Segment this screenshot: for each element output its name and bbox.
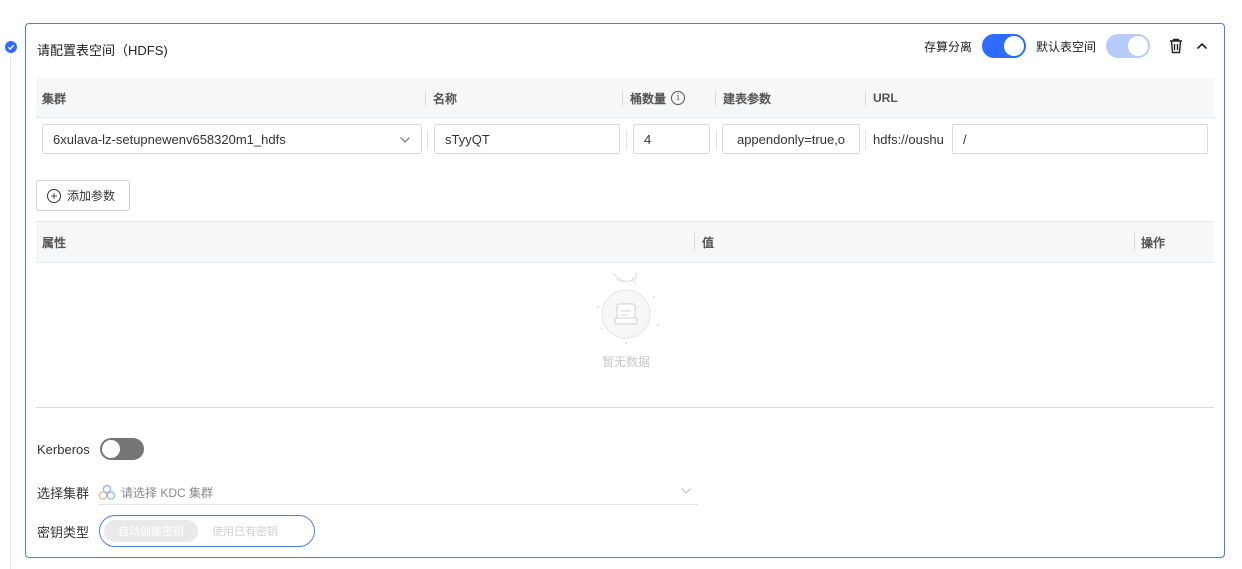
select-cluster-row: 选择集群 [37,480,89,504]
table-params-input[interactable]: appendonly=true,o [722,124,860,154]
col-url: URL [873,91,898,105]
select-cluster-label: 选择集群 [37,485,90,501]
key-type-row: 密钥类型 自动创建密钥 使用已有密钥 [37,515,316,547]
kdc-cluster-select[interactable]: 请选择 KDC 集群 [98,480,698,505]
empty-text: 暂无数据 [601,355,650,369]
chevron-down-icon [400,137,410,143]
add-param-button[interactable]: + 添加参数 [36,180,130,211]
kerberos-label: Kerberos [37,441,90,457]
empty-box-icon [597,272,659,344]
default-tablespace-label: 默认表空间 [1035,39,1096,54]
url-path-input[interactable]: / [952,124,1208,154]
trash-icon[interactable] [1166,36,1186,56]
header-actions: 存算分离 默认表空间 [924,34,1212,58]
col-bucket-count-label: 桶数量 [630,91,667,106]
url-prefix: hdfs://oushu [873,131,944,147]
key-type-auto[interactable]: 自动创建密钥 [104,520,199,542]
empty-state: 暂无数据 [586,267,666,377]
col-value: 值 [702,235,715,250]
chevron-down-icon [681,488,691,494]
toggle-knob [1128,36,1148,56]
step-check-icon [5,41,17,53]
col-attribute: 属性 [42,235,67,250]
toggle-knob [1003,36,1024,56]
cluster-icon [98,484,116,500]
col-action: 操作 [1141,235,1166,250]
storage-compute-label: 存算分离 [923,39,972,54]
params-grid-header: 集群 名称 桶数量 i 建表参数 URL [36,78,1214,118]
cell-divider [865,130,866,150]
col-divider [622,90,623,106]
storage-compute-toggle[interactable] [981,34,1026,58]
props-table-body: 暂无数据 [36,263,1214,408]
tablespace-card: 请配置表空间（HDFS) 存算分离 默认表空间 集群 名称 桶数量 i 建表参数… [25,23,1225,558]
kerberos-toggle[interactable] [99,438,144,460]
key-type-label: 密钥类型 [37,524,90,540]
name-input[interactable]: sTyyQT [434,124,620,154]
col-cluster: 集群 [42,91,67,106]
cell-divider [626,130,627,150]
add-param-label: 添加参数 [67,189,116,203]
toggle-knob [101,440,120,458]
cell-divider [716,130,717,150]
kerberos-row: Kerberos [37,437,154,461]
cluster-select-value: 6xulava-lz-setupnewenv658320m1_hdfs [53,131,286,147]
chevron-up-icon[interactable] [1192,36,1212,56]
props-table-header: 属性 值 操作 [36,221,1214,263]
col-table-params: 建表参数 [723,91,772,106]
params-row: 6xulava-lz-setupnewenv658320m1_hdfs sTyy… [36,124,1214,156]
info-icon[interactable]: i [671,91,686,105]
key-type-segmented: 自动创建密钥 使用已有密钥 [99,515,316,547]
section-title: 请配置表空间（HDFS) [37,43,168,58]
bucket-count-input[interactable]: 4 [633,124,710,154]
cluster-select[interactable]: 6xulava-lz-setupnewenv658320m1_hdfs [42,124,422,154]
col-bucket-count: 桶数量 i [630,78,686,118]
cell-divider [427,130,428,150]
key-type-existing[interactable]: 使用已有密钥 [198,520,292,542]
col-divider [1134,233,1135,251]
kdc-cluster-placeholder: 请选择 KDC 集群 [121,485,214,500]
col-divider [425,90,426,106]
col-divider [715,90,716,106]
default-tablespace-toggle[interactable] [1106,34,1150,58]
plus-circle-icon: + [47,188,61,203]
col-divider [694,233,695,251]
col-name: 名称 [433,91,458,106]
step-line [10,56,11,569]
col-divider [865,90,866,106]
